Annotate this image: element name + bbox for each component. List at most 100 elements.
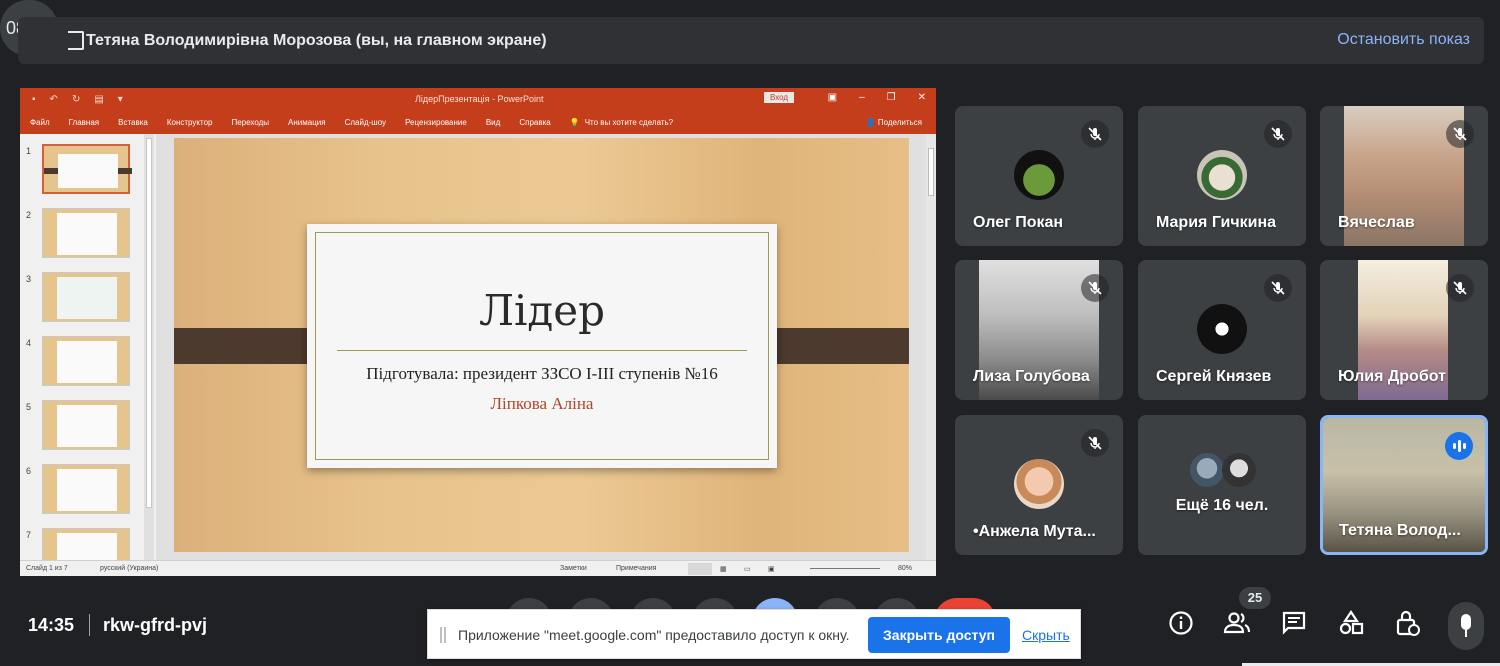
- language-status: русский (Украина): [100, 565, 159, 572]
- participant-tile[interactable]: •Анжела Мута...: [955, 415, 1123, 555]
- slide-subtitle-line1: Підготувала: президент ЗЗСО І-ІІІ ступен…: [366, 364, 718, 383]
- participant-name: Мария Гичкина: [1156, 214, 1277, 231]
- present-screen-icon: [68, 31, 84, 50]
- thumbnail-number: 2: [26, 210, 32, 220]
- slide-thumbnail: 2: [20, 206, 156, 266]
- meeting-info-button[interactable]: [1166, 608, 1196, 638]
- self-participant-tile[interactable]: Тетяна Волод...: [1320, 415, 1488, 555]
- thumbnail-image: [42, 400, 130, 450]
- participant-count-badge: 25: [1239, 587, 1271, 609]
- avatar: [1014, 150, 1064, 200]
- ppt-workspace: 1 2 3 4 5 6 7 Лідер Підготувала: президе…: [20, 134, 936, 576]
- avatar: [1014, 459, 1064, 509]
- normal-view-icon: [688, 563, 712, 575]
- thumbnail-number: 7: [26, 530, 32, 540]
- ribbon-tab-insert: Вставка: [118, 117, 148, 127]
- ppt-doc-title: ЛідерПрезентація - PowerPoint: [415, 94, 544, 104]
- ribbon-tab-home: Главная: [68, 117, 100, 127]
- zoom-slider: [810, 568, 880, 569]
- participant-tile[interactable]: Лиза Голубова: [955, 260, 1123, 400]
- more-participants-label: Ещё 16 чел.: [1175, 497, 1269, 514]
- notes-button: Заметки: [560, 565, 587, 572]
- slide-thumbnail: 6: [20, 462, 156, 522]
- maximize-icon: ❐: [886, 92, 896, 103]
- slide-editor: Лідер Підготувала: президент ЗЗСО І-ІІІ …: [156, 134, 936, 560]
- slide-title-card: Лідер Підготувала: президент ЗЗСО І-ІІІ …: [307, 224, 777, 468]
- people-icon: [1223, 612, 1251, 634]
- thumbnail-number: 4: [26, 338, 32, 348]
- thumbnail-number: 3: [26, 274, 32, 284]
- slide-thumbnail: 3: [20, 270, 156, 330]
- thumbnail-image: [42, 464, 130, 514]
- mic-off-icon: [1081, 274, 1109, 302]
- thumbnail-number: 5: [26, 402, 32, 412]
- stop-presenting-button[interactable]: Остановить показ: [1337, 31, 1470, 49]
- tell-me-field: Что вы хотите сделать?: [584, 117, 674, 127]
- meeting-code: rkw-gfrd-pvj: [103, 615, 208, 635]
- stop-sharing-button[interactable]: Закрыть доступ: [868, 617, 1010, 653]
- companion-mode-button[interactable]: [1448, 602, 1484, 650]
- thumbnail-number: 1: [26, 146, 32, 156]
- info-icon: [1169, 611, 1193, 635]
- separator: [89, 614, 90, 636]
- companion-icon: [1461, 614, 1471, 637]
- drag-handle-icon[interactable]: [440, 627, 446, 643]
- reading-view-icon: ▭: [744, 566, 751, 573]
- current-slide: Лідер Підготувала: президент ЗЗСО І-ІІІ …: [174, 138, 909, 552]
- avatar: [1222, 453, 1256, 487]
- participant-tile[interactable]: Сергей Князев: [1138, 260, 1306, 400]
- ribbon-tab-file: Файл: [30, 117, 50, 127]
- ribbon-tab-animations: Анимация: [288, 117, 326, 127]
- zoom-level: 80%: [898, 565, 913, 572]
- more-participants-tile[interactable]: Ещё 16 чел.: [1138, 415, 1306, 555]
- ppt-ribbon: Файл Главная Вставка Конструктор Переход…: [20, 110, 936, 134]
- ppt-share-label: Поделиться: [877, 118, 922, 127]
- mic-off-icon: [1446, 120, 1474, 148]
- ribbon-tab-transitions: Переходы: [231, 117, 270, 127]
- thumbnails-scrollbar: [144, 134, 154, 560]
- thumbnail-image: [42, 336, 130, 386]
- slide-thumbnails-pane: 1 2 3 4 5 6 7: [20, 134, 156, 576]
- slide-subtitle-line2: Ліпкова Аліна: [490, 394, 594, 413]
- participant-name: Тетяна Волод...: [1339, 522, 1461, 539]
- slide-thumbnail: 1: [20, 142, 156, 202]
- lock-person-icon: [1396, 610, 1420, 636]
- ppt-title-bar: ▪ ↶ ↻ ▤ ▾ ЛідерПрезентація - PowerPoint …: [20, 88, 936, 110]
- avatar: [1197, 304, 1247, 354]
- window-sharing-banner: Приложение "meet.google.com" предоставил…: [427, 609, 1081, 659]
- participant-name: •Анжела Мута...: [973, 523, 1096, 540]
- sorter-view-icon: ▦: [720, 566, 727, 573]
- participant-tile[interactable]: Мария Гичкина: [1138, 106, 1306, 246]
- ppt-status-bar: Слайд 1 из 7 русский (Украина) Заметки П…: [20, 560, 936, 576]
- activities-icon: [1339, 610, 1364, 635]
- participant-name: Олег Покан: [973, 214, 1064, 231]
- people-button[interactable]: [1222, 608, 1252, 638]
- meeting-time: 14:35: [28, 615, 75, 635]
- ribbon-tab-review: Рецензирование: [405, 117, 467, 127]
- thumbnail-image: [42, 208, 130, 258]
- ribbon-tab-design: Конструктор: [166, 117, 213, 127]
- chat-button[interactable]: [1279, 608, 1309, 638]
- participant-tile[interactable]: Олег Покан: [955, 106, 1123, 246]
- close-icon: ✕: [917, 92, 926, 103]
- host-controls-button[interactable]: [1393, 608, 1423, 638]
- slideshow-icon: ▤: [94, 93, 104, 105]
- comments-button: Примечания: [616, 565, 657, 572]
- participant-name: Юлия Дробот: [1338, 368, 1446, 385]
- activities-button[interactable]: [1336, 608, 1366, 638]
- presenting-bar: Тетяна Володимирівна Морозова (вы, на гл…: [18, 17, 1484, 64]
- participant-tile[interactable]: Юлия Дробот: [1320, 260, 1488, 400]
- person-icon: 👤: [865, 118, 876, 127]
- redo-icon: ↻: [71, 93, 81, 105]
- slide-band-right: [761, 328, 909, 364]
- hide-banner-link[interactable]: Скрыть: [1022, 627, 1070, 643]
- slide-counter: Слайд 1 из 7: [26, 565, 68, 572]
- ribbon-tab-view: Вид: [485, 117, 501, 127]
- participant-tile[interactable]: Вячеслав: [1320, 106, 1488, 246]
- mic-off-icon: [1446, 274, 1474, 302]
- thumbnail-image: [42, 144, 132, 194]
- ppt-signin-button: Вход: [764, 92, 795, 103]
- mic-off-icon: [1081, 429, 1109, 457]
- slide-scrollbar: [926, 134, 936, 560]
- participant-name: Вячеслав: [1338, 214, 1415, 231]
